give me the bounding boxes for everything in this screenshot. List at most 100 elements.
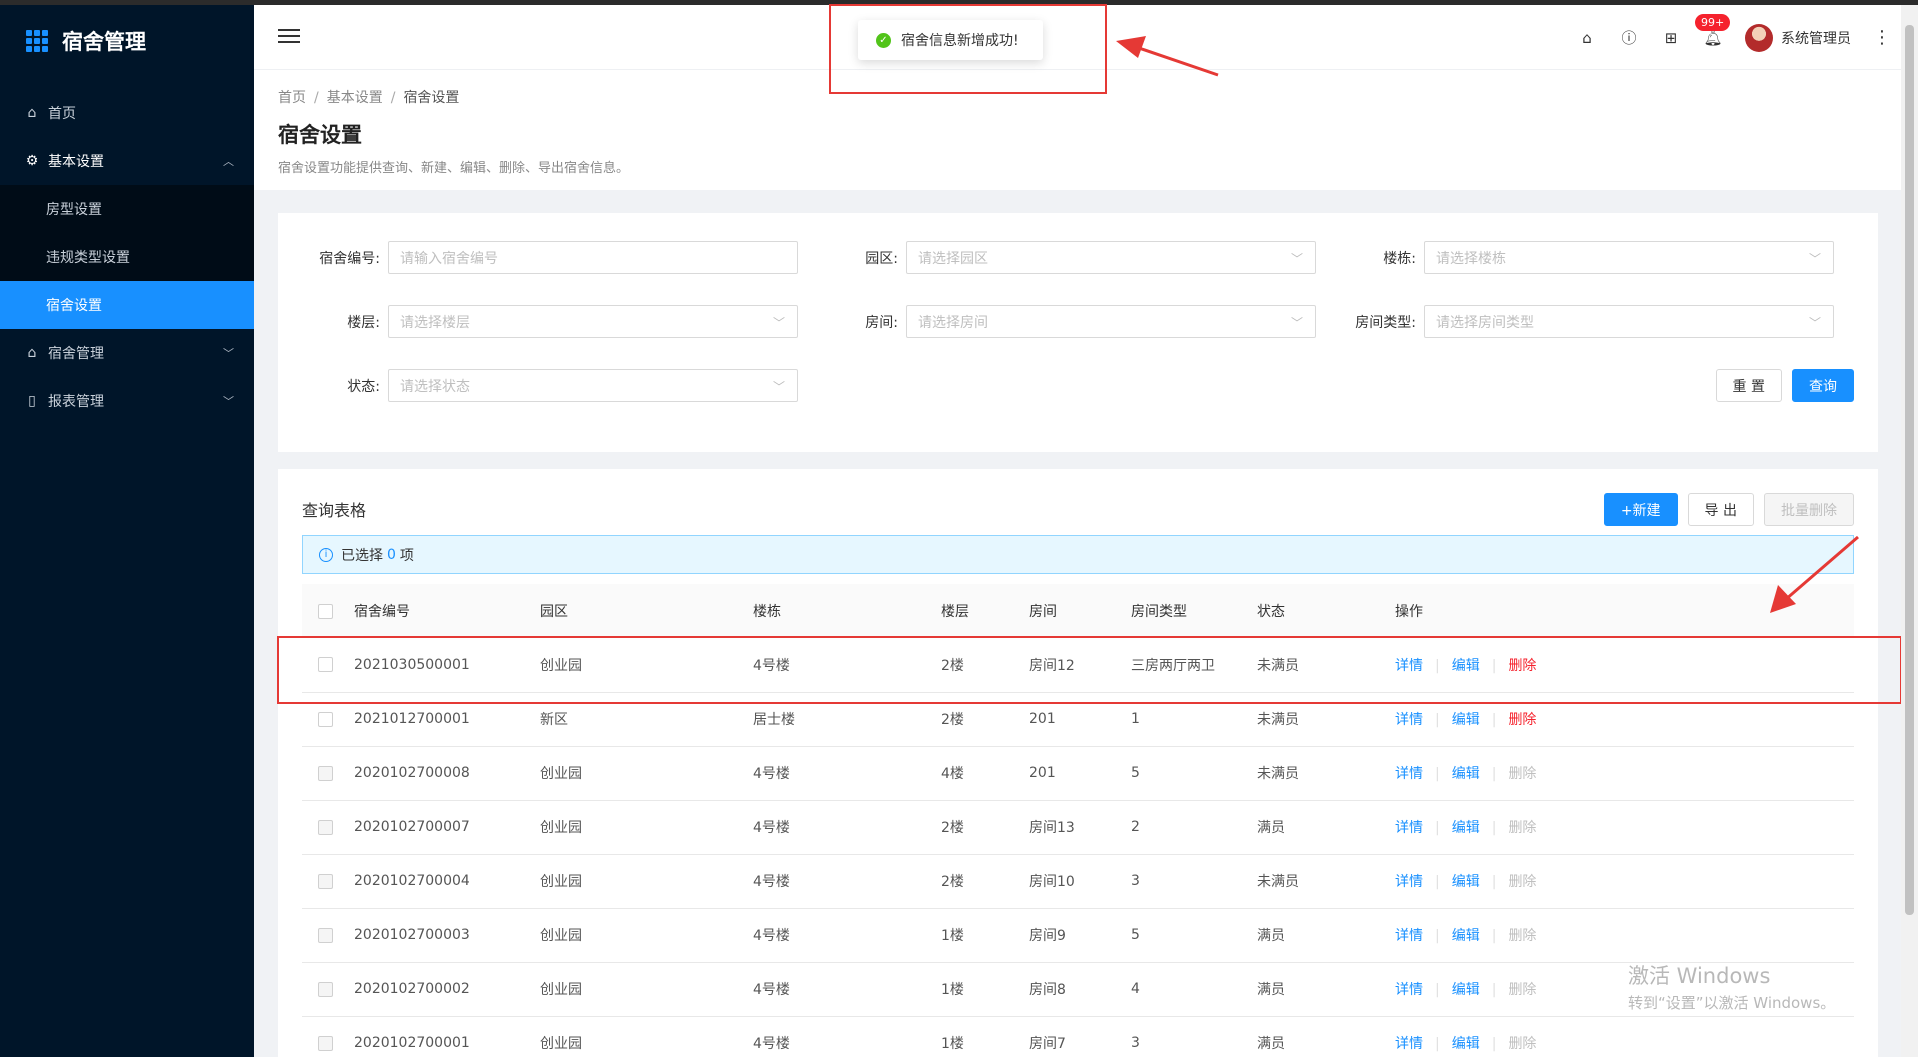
sidebar-item-label: 违规类型设置 (46, 250, 130, 266)
row-checkbox[interactable] (318, 981, 333, 997)
avatar[interactable] (1745, 23, 1773, 52)
table-actions: +新建 导 出 批量删除 (1603, 493, 1854, 526)
sidebar-item-label: 报表管理 (48, 394, 104, 410)
room-type-cell: 2 (1131, 819, 1140, 835)
column-header-actions: 操作 (1395, 604, 1423, 620)
building-cell: 4号楼 (753, 820, 790, 836)
building-select[interactable]: 请选择楼栋 ﹀ (1424, 241, 1834, 274)
chevron-down-icon: ﹀ (1808, 252, 1821, 266)
table-row: 2020102700007 创业园 4号楼 2楼 房间13 2 满员 详情 | 编辑 | 删除 (302, 800, 1854, 854)
delete-link[interactable]: 删除 (1508, 712, 1536, 728)
column-header-building: 楼栋 (753, 604, 781, 620)
chevron-down-icon: ﹀ (223, 347, 234, 360)
detail-link[interactable]: 详情 (1395, 928, 1423, 944)
bell-icon[interactable]: 🔔︎ 99+ (1695, 13, 1731, 48)
edit-link[interactable]: 编辑 (1452, 874, 1480, 890)
row-checkbox[interactable] (318, 1035, 333, 1051)
filter-floor: 楼层: 请选择楼层 ﹀ (278, 305, 798, 338)
room-type-select[interactable]: 请选择房间类型 ﹀ (1424, 305, 1834, 338)
edit-link[interactable]: 编辑 (1452, 928, 1480, 944)
detail-link[interactable]: 详情 (1395, 712, 1423, 728)
sidebar-item-room-type-settings[interactable]: 房型设置 (0, 185, 254, 233)
watermark-line1: 激活 Windows (1628, 964, 1771, 988)
row-checkbox[interactable] (318, 927, 333, 943)
breadcrumb-home[interactable]: 首页 (278, 90, 306, 106)
action-divider: | (1491, 928, 1497, 944)
apps-icon[interactable]: ⊞ (1661, 28, 1681, 48)
menu-collapse-icon[interactable] (278, 29, 300, 47)
row-checkbox[interactable] (318, 819, 333, 835)
dorm-no-cell: 2020102700008 (354, 765, 470, 781)
row-checkbox[interactable] (318, 873, 333, 889)
chevron-down-icon: ﹀ (1290, 252, 1303, 266)
sidebar-item-home[interactable]: ⌂ 首页 (0, 89, 254, 137)
home-icon[interactable]: ⌂ (1577, 28, 1597, 48)
floor-cell: 2楼 (941, 874, 964, 890)
select-all-checkbox[interactable] (318, 603, 333, 619)
room-select[interactable]: 请选择房间 ﹀ (906, 305, 1316, 338)
status-label: 状态: (347, 378, 380, 395)
status-select[interactable]: 请选择状态 ﹀ (388, 369, 798, 402)
more-vertical-icon[interactable]: ⋮ (1873, 27, 1891, 48)
room-type-cell: 4 (1131, 981, 1140, 997)
status-cell: 满员 (1257, 982, 1285, 998)
sidebar-item-violation-type-settings[interactable]: 违规类型设置 (0, 233, 254, 281)
page-scrollbar[interactable] (1901, 5, 1918, 1057)
user-name[interactable]: 系统管理员 (1781, 28, 1851, 48)
sidebar-item-basic-settings[interactable]: ⚙ 基本设置 ︿ (0, 137, 254, 185)
detail-link[interactable]: 详情 (1395, 766, 1423, 782)
delete-link: 删除 (1508, 766, 1537, 782)
actions-cell: 详情 | 编辑 | 删除 (1395, 908, 1854, 962)
scrollbar-thumb[interactable] (1905, 25, 1914, 915)
room-type-cell: 3 (1131, 1035, 1140, 1051)
dorm-no-cell: 2020102700003 (354, 927, 470, 943)
row-checkbox[interactable] (318, 711, 333, 727)
home-icon: ⌂ (27, 105, 37, 121)
detail-link[interactable]: 详情 (1395, 1036, 1423, 1052)
building-cell: 4号楼 (753, 766, 790, 782)
room-type-cell: 5 (1131, 765, 1140, 781)
table-row: 2020102700001 创业园 4号楼 1楼 房间7 3 满员 详情 | 编辑 | 删除 (302, 1016, 1854, 1057)
selected-count: 0 (387, 546, 396, 563)
status-cell: 满员 (1257, 928, 1285, 944)
sidebar-item-dorm-settings[interactable]: 宿舍设置 (0, 281, 254, 329)
status-cell: 未满员 (1257, 874, 1299, 890)
edit-link[interactable]: 编辑 (1452, 982, 1480, 998)
detail-link[interactable]: 详情 (1395, 820, 1423, 836)
room-cell: 房间8 (1029, 982, 1066, 998)
floor-select[interactable]: 请选择楼层 ﹀ (388, 305, 798, 338)
table-title: 查询表格 (302, 501, 367, 520)
help-icon[interactable]: ⓘ (1619, 28, 1639, 48)
park-cell: 创业园 (540, 928, 582, 944)
sidebar-item-dorm-management[interactable]: ⌂ 宿舍管理 ﹀ (0, 329, 254, 377)
column-header-park: 园区 (540, 604, 568, 620)
search-button[interactable]: 查询 (1792, 369, 1854, 402)
edit-link[interactable]: 编辑 (1452, 820, 1480, 836)
breadcrumb-current: 宿舍设置 (403, 90, 460, 106)
room-cell: 房间9 (1029, 928, 1066, 944)
detail-link[interactable]: 详情 (1395, 982, 1423, 998)
action-divider: | (1435, 766, 1440, 782)
basic-settings-submenu: 房型设置 违规类型设置 宿舍设置 (0, 185, 254, 329)
row-checkbox[interactable] (318, 765, 333, 781)
edit-link[interactable]: 编辑 (1452, 766, 1480, 782)
park-cell: 创业园 (540, 982, 582, 998)
edit-link[interactable]: 编辑 (1452, 1036, 1480, 1052)
dorm-no-input[interactable]: 请输入宿舍编号 (388, 241, 798, 274)
edit-link[interactable]: 编辑 (1452, 712, 1480, 728)
detail-link[interactable]: 详情 (1395, 874, 1423, 890)
status-cell: 满员 (1257, 1036, 1285, 1052)
column-header-room: 房间 (1029, 604, 1057, 620)
reset-button[interactable]: 重 置 (1715, 369, 1782, 402)
new-button[interactable]: +新建 (1603, 493, 1678, 526)
park-select[interactable]: 请选择园区 ﹀ (906, 241, 1316, 274)
export-button[interactable]: 导 出 (1687, 493, 1754, 526)
filter-dorm-no: 宿舍编号: 请输入宿舍编号 (278, 241, 798, 274)
action-divider: | (1491, 766, 1497, 782)
sidebar-item-report-management[interactable]: ▯ 报表管理 ﹀ (0, 377, 254, 425)
selected-prefix: 已选择 (341, 547, 383, 564)
action-divider: | (1491, 874, 1497, 890)
breadcrumb-basic-settings[interactable]: 基本设置 (327, 90, 383, 106)
floor-cell: 4楼 (941, 766, 964, 782)
placeholder-text: 请选择楼栋 (1436, 250, 1506, 267)
